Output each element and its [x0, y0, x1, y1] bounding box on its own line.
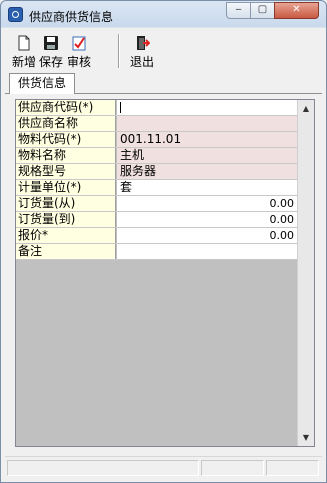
field-label: 物料名称	[16, 148, 116, 163]
status-pane-2	[201, 460, 264, 476]
new-button-label: 新增	[11, 55, 36, 69]
save-button[interactable]: 保存	[37, 31, 65, 71]
field-label: 物料代码(*)	[16, 132, 116, 147]
close-button[interactable]: ✕	[274, 2, 319, 19]
app-window-icon[interactable]	[8, 7, 23, 22]
field-value[interactable]: 0.00	[117, 196, 297, 211]
status-pane-3	[266, 460, 319, 476]
exit-door-icon	[137, 36, 150, 50]
field-label: 订货量(从)	[16, 196, 116, 211]
field-label: 规格型号	[16, 164, 116, 179]
table-row: 物料名称 主机	[16, 148, 297, 164]
field-value[interactable]: 0.00	[117, 212, 297, 227]
approve-check-icon	[72, 36, 86, 51]
field-value[interactable]	[117, 100, 297, 115]
field-value[interactable]	[117, 116, 297, 131]
table-row: 计量单位(*) 套	[16, 180, 297, 196]
text-caret	[120, 102, 121, 113]
toolbar: 新增 保存 审核 退出	[5, 31, 322, 71]
table-row: 规格型号 服务器	[16, 164, 297, 180]
status-pane-1	[7, 460, 199, 476]
field-label: 订货量(到)	[16, 212, 116, 227]
review-button-label: 审核	[66, 55, 91, 69]
field-label: 计量单位(*)	[16, 180, 116, 195]
window: 供应商供货信息 ‒ ▢ ✕ 新增 保存 审核 退出 供货信息 供应商代码(*) …	[0, 0, 327, 483]
minimize-button[interactable]: ‒	[226, 2, 251, 19]
field-value[interactable]: 主机	[117, 148, 297, 163]
save-button-label: 保存	[38, 55, 63, 69]
scroll-up-icon[interactable]: ▲	[298, 100, 314, 117]
window-title: 供应商供货信息	[29, 10, 114, 24]
exit-button[interactable]: 退出	[128, 31, 156, 71]
property-grid: 供应商代码(*) 供应商名称 物料代码(*) 001.11.01 物料名称 主机 规格型号服…	[15, 99, 315, 447]
review-button[interactable]: 审核	[65, 31, 93, 71]
tab-supply-info[interactable]: 供货信息	[9, 73, 75, 94]
field-value[interactable]: 套	[117, 180, 297, 195]
vertical-scrollbar[interactable]: ▲ ▼	[297, 100, 314, 446]
new-button[interactable]: 新增	[11, 31, 37, 71]
field-value[interactable]: 服务器	[117, 164, 297, 179]
exit-button-label: 退出	[129, 55, 154, 69]
floppy-disk-icon	[44, 36, 58, 50]
tab-strip: 供货信息	[5, 71, 322, 94]
table-row: 供应商名称	[16, 116, 297, 132]
table-row: 订货量(从) 0.00	[16, 196, 297, 212]
field-label: 备注	[16, 244, 116, 259]
field-label: 供应商代码(*)	[16, 100, 116, 115]
client-area: 新增 保存 审核 退出 供货信息 供应商代码(*) 供应商名称 物料代码(*) …	[5, 28, 322, 478]
table-row: 报价* 0.00	[16, 228, 297, 244]
new-document-icon	[18, 35, 30, 51]
maximize-button[interactable]: ▢	[250, 2, 275, 19]
field-value[interactable]: 001.11.01	[117, 132, 297, 147]
table-row: 供应商代码(*)	[16, 100, 297, 116]
toolbar-separator	[118, 34, 119, 68]
field-label: 供应商名称	[16, 116, 116, 131]
field-value[interactable]: 0.00	[117, 228, 297, 243]
field-label: 报价*	[16, 228, 116, 243]
field-value[interactable]	[117, 244, 297, 259]
status-bar	[5, 456, 322, 478]
table-row: 物料代码(*) 001.11.01	[16, 132, 297, 148]
scroll-down-icon[interactable]: ▼	[298, 429, 314, 446]
table-row: 备注	[16, 244, 297, 260]
table-row: 订货量(到) 0.00	[16, 212, 297, 228]
title-bar[interactable]: 供应商供货信息 ‒ ▢ ✕	[1, 1, 326, 28]
